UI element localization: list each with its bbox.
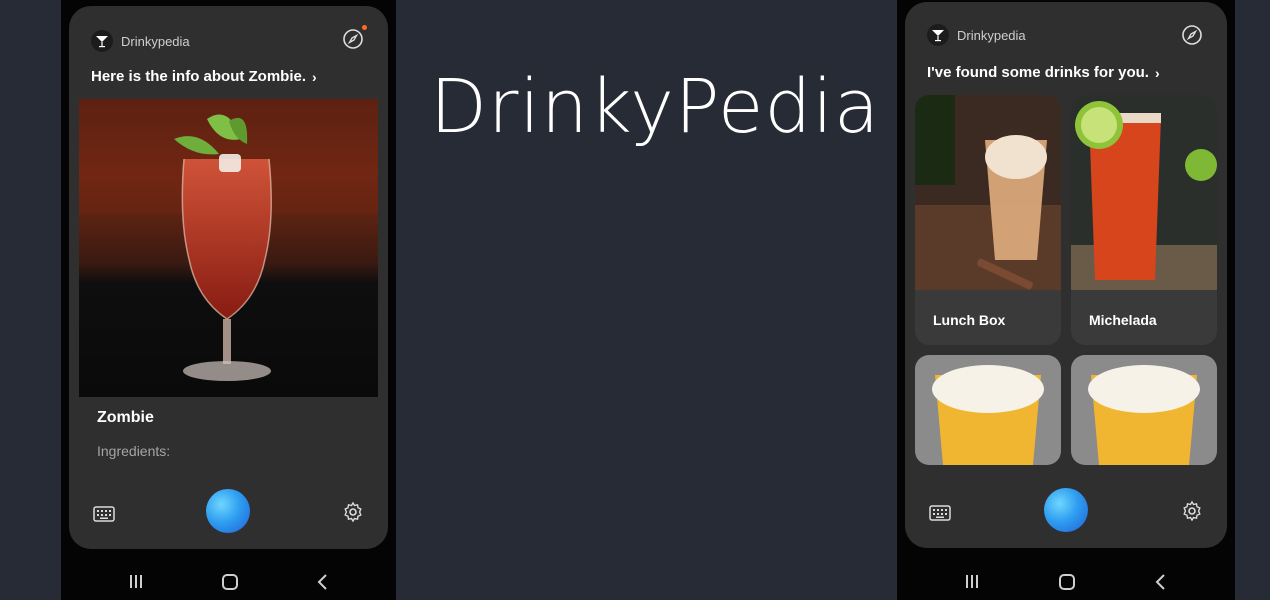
system-nav-bar — [61, 564, 396, 600]
home-icon[interactable] — [1057, 572, 1077, 597]
result-name: Michelada — [1089, 312, 1157, 328]
gear-icon[interactable] — [1181, 500, 1203, 527]
headline-text: Here is the info about Zombie. — [91, 68, 307, 85]
notification-dot — [362, 25, 367, 30]
right-phone-screen: Drinkypedia I've found some drinks for y… — [897, 0, 1235, 600]
app-name: Drinkypedia — [957, 27, 1026, 43]
back-icon[interactable] — [314, 572, 332, 597]
keyboard-icon[interactable] — [929, 504, 951, 527]
back-icon[interactable] — [1152, 572, 1170, 597]
drink-photo — [1071, 355, 1217, 465]
bixby-mic-icon[interactable] — [1044, 488, 1088, 532]
page-title: DrinkyPedia — [430, 64, 881, 150]
card-header: Drinkypedia — [91, 30, 190, 52]
assistant-bottom-bar — [905, 488, 1227, 538]
cocktail-glass-icon — [96, 36, 108, 48]
drink-photo — [915, 95, 1061, 290]
drink-photo — [915, 355, 1061, 465]
recents-icon[interactable] — [963, 572, 981, 595]
app-logo — [927, 24, 949, 46]
assistant-card: Drinkypedia I've found some drinks for y… — [905, 2, 1227, 548]
result-card[interactable] — [915, 355, 1061, 465]
home-icon[interactable] — [220, 572, 240, 597]
app-name: Drinkypedia — [121, 33, 190, 49]
compass-icon[interactable] — [1181, 24, 1203, 46]
assistant-card: Drinkypedia Here is the info about Zombi… — [69, 6, 388, 549]
drink-photo — [1071, 95, 1217, 290]
app-logo — [91, 30, 113, 52]
result-name: Lunch Box — [933, 312, 1006, 328]
card-header: Drinkypedia — [927, 24, 1026, 46]
chevron-right-icon: › — [312, 68, 317, 85]
recents-icon[interactable] — [127, 572, 145, 595]
bixby-mic-icon[interactable] — [206, 489, 250, 533]
compass-icon[interactable] — [342, 25, 367, 50]
headline-link[interactable]: Here is the info about Zombie. › — [91, 68, 317, 85]
chevron-right-icon: › — [1154, 64, 1160, 81]
keyboard-icon[interactable] — [93, 505, 115, 528]
cocktail-glass-icon — [932, 30, 944, 42]
system-nav-bar — [897, 564, 1235, 600]
result-card-lunch-box[interactable]: Lunch Box — [915, 95, 1061, 345]
assistant-bottom-bar — [69, 489, 388, 539]
result-card-michelada[interactable]: Michelada — [1071, 95, 1217, 345]
gear-icon[interactable] — [342, 501, 364, 528]
left-phone-screen: Drinkypedia Here is the info about Zombi… — [61, 0, 396, 600]
drink-photo — [79, 99, 378, 397]
headline-text: I've found some drinks for you. — [927, 64, 1149, 81]
ingredients-label: Ingredients: — [97, 443, 171, 459]
drink-name: Zombie — [97, 409, 154, 426]
headline-link[interactable]: I've found some drinks for you. › — [927, 64, 1160, 81]
result-card[interactable] — [1071, 355, 1217, 465]
